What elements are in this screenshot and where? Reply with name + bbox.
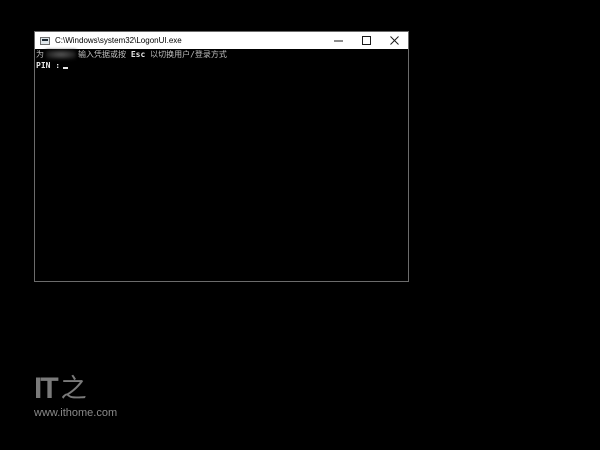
close-button[interactable] bbox=[380, 32, 408, 49]
ithome-logo: IT 之 bbox=[34, 372, 117, 405]
pin-input-line[interactable]: PIN : bbox=[36, 60, 408, 71]
watermark-url: www.ithome.com bbox=[34, 407, 118, 419]
maximize-button[interactable] bbox=[352, 32, 380, 49]
logo-text: IT bbox=[34, 372, 59, 405]
logo-glyph: 之 bbox=[60, 374, 87, 404]
text-cursor bbox=[63, 67, 69, 69]
close-icon bbox=[389, 36, 399, 45]
prompt-middle: 输入凭据或按 bbox=[78, 50, 131, 59]
prompt-suffix: 以切换用户/登录方式 bbox=[145, 50, 227, 59]
pin-label: PIN : bbox=[36, 61, 61, 70]
ithome-watermark: IT 之 www.ithome.com bbox=[34, 372, 118, 420]
logonui-console-window: C:\Windows\system32\LogonUI.exe 为 输入凭据或按 … bbox=[34, 31, 409, 282]
blurred-username bbox=[46, 50, 76, 59]
minimize-icon bbox=[333, 40, 343, 42]
title-bar[interactable]: C:\Windows\system32\LogonUI.exe bbox=[35, 32, 408, 49]
maximize-icon bbox=[361, 36, 371, 45]
console-window-icon bbox=[40, 36, 50, 45]
minimize-button[interactable] bbox=[324, 32, 352, 49]
window-title: C:\Windows\system32\LogonUI.exe bbox=[55, 36, 182, 45]
prompt-prefix: 为 bbox=[36, 50, 44, 59]
credential-prompt-line: 为 输入凭据或按 Esc 以切换用户/登录方式 bbox=[36, 49, 408, 60]
esc-key-label: Esc bbox=[130, 50, 146, 59]
console-output[interactable]: 为 输入凭据或按 Esc 以切换用户/登录方式 PIN : bbox=[35, 49, 408, 281]
desktop-screen: C:\Windows\system32\LogonUI.exe 为 输入凭据或按 … bbox=[0, 0, 600, 450]
